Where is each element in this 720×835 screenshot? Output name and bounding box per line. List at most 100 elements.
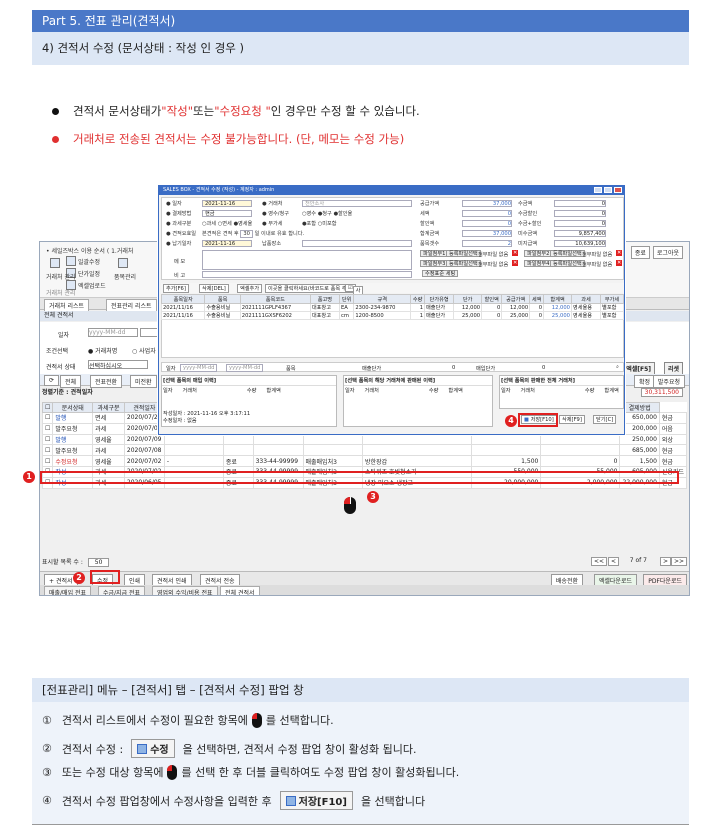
first-page-button[interactable]: << [590, 557, 607, 566]
history-col[interactable]: 일자 [163, 387, 173, 394]
tax-opt-3[interactable]: 영세율 [238, 221, 252, 227]
history-col[interactable]: 합계액 [266, 387, 280, 394]
sub-date-to[interactable]: yyyy-MM-dd [226, 364, 264, 372]
item-col[interactable]: 부가세 [600, 294, 624, 304]
receipt-opt-2[interactable]: 청구 [322, 211, 332, 217]
item-col[interactable]: 품고명 [309, 294, 341, 304]
row-checkbox[interactable]: ☐ [41, 444, 54, 457]
receipt-opt-3[interactable]: 할인율 [338, 211, 352, 217]
tab-nonop-voucher[interactable]: 영업외 수익/비용 전표 [152, 586, 218, 595]
history-col[interactable]: 수량 [585, 387, 595, 394]
history-col[interactable]: 일자 [501, 387, 511, 394]
attach-select-button[interactable]: 등록파일선택 [446, 260, 481, 267]
vat-opt-1[interactable]: 포함 [307, 221, 317, 227]
col-check[interactable]: ☐ [41, 402, 54, 413]
item-manage-icon[interactable] [118, 258, 128, 268]
remove-attach-icon[interactable]: ✕ [512, 260, 519, 266]
item-col[interactable]: 단가유형 [424, 294, 455, 304]
vat-opt-2[interactable]: 미포함 [322, 221, 336, 227]
tab-sales-voucher[interactable]: 매출/매입 전표 [44, 586, 92, 595]
remove-attach-icon[interactable]: ✕ [616, 260, 623, 266]
maximize-icon[interactable] [604, 187, 612, 193]
reset-standard-button[interactable]: 수정표준 세팅 [422, 270, 459, 277]
logout-button[interactable]: 로그아웃 [652, 246, 683, 259]
memo-textarea[interactable] [202, 250, 412, 270]
due-date-input[interactable]: 2021-11-16 [202, 240, 252, 247]
filter-unconverted-button[interactable]: 미전환 [130, 375, 157, 388]
close-button[interactable]: 닫기[C] [593, 415, 617, 424]
item-col[interactable]: 할인액 [481, 294, 503, 304]
tax-options[interactable]: ○과세 ○면세 ●영세율 [202, 220, 252, 227]
history-col[interactable]: 합계액 [448, 387, 462, 394]
row-checkbox[interactable]: ☐ [41, 412, 54, 424]
item-col[interactable]: 단가 [453, 294, 483, 304]
barcode-input[interactable]: 이곳을 클릭하세요(바코드로 품목 추가) [265, 284, 357, 293]
history-col[interactable]: 거래처 [183, 387, 197, 394]
filter-converted-button[interactable]: 전표전환 [90, 375, 123, 388]
history-col[interactable]: 합계액 [604, 387, 618, 394]
close-icon[interactable] [614, 187, 622, 193]
remove-attach-icon[interactable]: ✕ [512, 250, 519, 256]
col-payment[interactable]: 결제방법 [619, 402, 660, 413]
item-row[interactable]: 2021/11/16 수출용비닐 2021111GXSF6202 대표창고 cm 1200… [160, 311, 624, 320]
attach-select-button[interactable]: 등록파일선택 [550, 250, 585, 257]
place-input[interactable] [302, 240, 412, 247]
radio-biz-number[interactable]: ○ 사업자 [132, 346, 156, 355]
item-col[interactable]: 공급가액 [501, 294, 531, 304]
bulk-edit-icon[interactable] [66, 256, 76, 266]
history-col[interactable]: 수량 [247, 387, 257, 394]
delete-item-button[interactable]: 삭제[DEL] [199, 284, 229, 293]
item-col[interactable]: 품목코드 [239, 294, 311, 304]
ribbon-label-bulk-edit[interactable]: 일괄수정 [78, 257, 100, 266]
client-manage-icon[interactable] [50, 258, 60, 268]
excel-add-button[interactable]: 엑셀추가 [237, 284, 263, 293]
item-col[interactable]: 품목 [204, 294, 241, 304]
refresh-icon[interactable]: ⟳ [44, 375, 60, 386]
tax-opt-2[interactable]: 면세 [222, 221, 232, 227]
remove-attach-icon[interactable]: ✕ [616, 250, 623, 256]
date-to-input[interactable] [140, 328, 160, 337]
history-col[interactable]: 일자 [345, 387, 355, 394]
note-input[interactable] [202, 271, 412, 278]
prev-page-button[interactable]: < [607, 557, 619, 566]
item-col[interactable]: 세액 [529, 294, 545, 304]
tab-receipt-voucher[interactable]: 수금/지급 전표 [98, 586, 146, 595]
history-col[interactable]: 수량 [429, 387, 439, 394]
item-col[interactable]: 규격 [353, 294, 412, 304]
tab-confirmed[interactable]: 확정 [633, 375, 655, 388]
ribbon-label-price[interactable]: 단가일정 [78, 269, 100, 278]
history-col[interactable]: 거래처 [521, 387, 535, 394]
table-row[interactable]: ☐ 수정요청 영세율 2020/07/02- 종료 333-44-99999 매출매입처3 방… [41, 455, 688, 467]
next-page-button[interactable]: > [659, 557, 671, 566]
item-col[interactable]: 품목일자 [160, 294, 206, 304]
exit-button[interactable]: 종료 [630, 246, 650, 259]
ribbon-label-excel[interactable]: 엑셀업로드 [78, 281, 106, 290]
use-checkbox[interactable]: ☑ 사용 [345, 284, 364, 302]
attach-select-button[interactable]: 등록파일선택 [550, 260, 585, 267]
date-from-input[interactable]: yyyy-MM-dd [88, 328, 138, 337]
client-input[interactable]: 천안소사 [302, 200, 412, 207]
tab-all-estimates[interactable]: 전체 견적서 [220, 586, 260, 595]
item-col[interactable]: 단위 [338, 294, 355, 304]
search-icon[interactable]: ⌕ [616, 364, 619, 371]
delete-button[interactable]: 삭제[F9] [559, 415, 585, 424]
add-item-button[interactable]: 추가[F6] [163, 284, 189, 293]
table-row[interactable]: ☐ 발행 영세율 2020/07/09 250,000 외상 [41, 433, 688, 446]
col-status[interactable]: 문서상태 [52, 402, 94, 413]
date-input[interactable]: 2021-11-16 [202, 200, 252, 207]
tab-order-request[interactable]: 발주요청 [652, 375, 685, 388]
receipt-opt-1[interactable]: 영수 [307, 211, 317, 217]
ribbon-label-item[interactable]: 품목관리 [114, 272, 136, 281]
minimize-icon[interactable] [594, 187, 602, 193]
receipt-options[interactable]: ○영수 ●청구 ●할인율 [302, 210, 352, 217]
status-select[interactable]: 선택하십시오 [88, 360, 148, 370]
history-col[interactable]: 거래처 [365, 387, 379, 394]
table-row[interactable]: ☐ 발주요청 과세 2020/07/08 685,000 현금 [41, 444, 688, 457]
item-row[interactable]: 2021/11/16 수출용비닐 2021111GPLF4367 대표창고 EA 2300… [160, 303, 624, 312]
col-tax[interactable]: 과세구분 [92, 402, 125, 413]
last-page-button[interactable]: >> [670, 557, 687, 566]
settle-select[interactable]: 현금 [202, 210, 252, 217]
item-col[interactable]: 수량 [410, 294, 426, 304]
row-checkbox[interactable]: ☐ [41, 455, 54, 467]
page-size-select[interactable]: 50 [87, 558, 110, 567]
